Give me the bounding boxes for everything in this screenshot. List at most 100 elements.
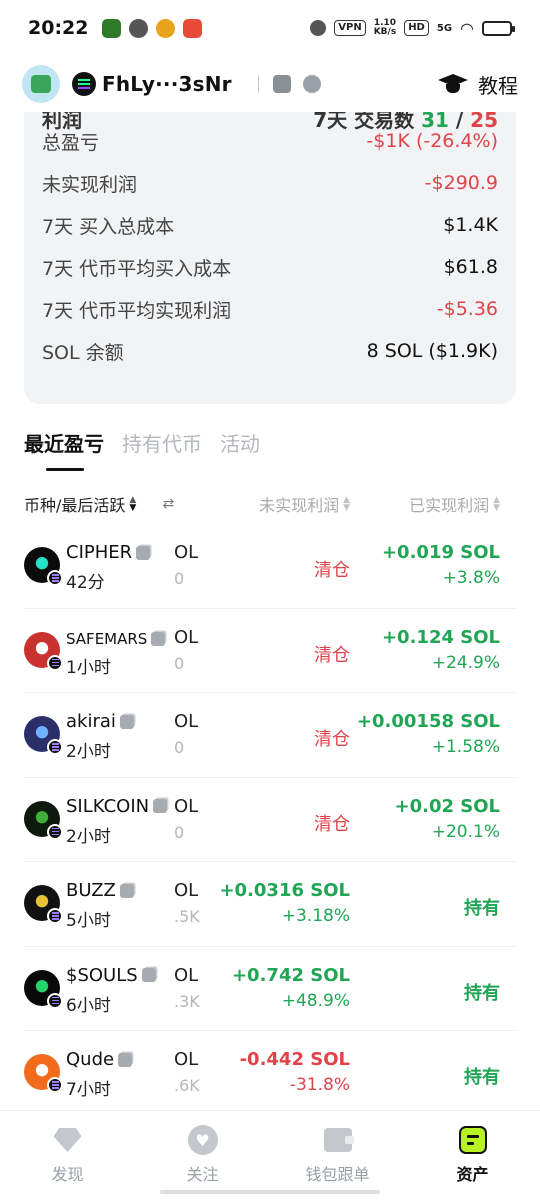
tab-2[interactable]: 活动 <box>220 428 260 471</box>
tutorial-button[interactable]: 教程 <box>438 70 518 99</box>
app-header: FhLy···3sNr 教程 <box>0 56 540 112</box>
stat-label: SOL 余额 <box>42 341 124 364</box>
stats-card: 利润 7天 交易数 31 / 25 总盈亏 -$1K (-26.4%) 未实现利润 -… <box>24 92 516 404</box>
stat-label: 未实现利润 <box>42 173 138 196</box>
tab-0[interactable]: 最近盈亏 <box>24 428 104 471</box>
copy-icon[interactable] <box>118 1052 133 1067</box>
token-name[interactable]: CIPHER <box>66 542 151 563</box>
status-bar-right: VPN 1.10 KB/s HD 5G ◠ <box>310 19 515 38</box>
token-symbol: SILKCOIN <box>66 795 150 817</box>
truncated-value: .5K <box>174 907 200 926</box>
truncated-label: OL <box>174 711 199 732</box>
sort-icon: ▲ ▼ <box>493 495 500 513</box>
table-row[interactable]: akirai 2小时 OL 0 清仓 +0.00158 SOL +1.58% <box>24 693 516 778</box>
hd-badge: HD <box>404 20 429 36</box>
bottom-navigation: 发现 ♥ 关注 钱包跟单 资产 <box>0 1110 540 1200</box>
truncated-value: .6K <box>174 1076 200 1095</box>
status-bar: 20:22 VPN 1.10 KB/s HD 5G ◠ <box>0 0 540 56</box>
table-row[interactable]: Qude 7小时 OL .6K -0.442 SOL -31.8% 持有 <box>24 1031 516 1116</box>
table-row[interactable]: $SOULS 6小时 OL .3K +0.742 SOL +48.9% 持有 <box>24 947 516 1031</box>
copy-icon[interactable] <box>153 799 168 813</box>
realized-percent: +20.1% <box>431 821 500 842</box>
table-header: 币种/最后活跃 ▲ ▼ ⇄ 未实现利润 ▲ ▼ 已实现利润 ▲ ▼ <box>24 490 500 518</box>
nav-item-1[interactable]: ♥ 关注 <box>135 1111 270 1200</box>
solana-badge-icon <box>47 570 63 586</box>
copy-icon[interactable] <box>119 714 134 729</box>
token-name[interactable]: BUZZ <box>66 880 134 901</box>
alarm-icon <box>310 20 327 36</box>
stat-label: 7天 买入总成本 <box>42 215 175 238</box>
app-notification-icon <box>102 18 122 38</box>
nav-label: 关注 <box>186 1165 219 1184</box>
token-name[interactable]: SAFEMARS <box>66 629 166 648</box>
last-active-time: 42分 <box>66 573 105 593</box>
nav-item-3[interactable]: 资产 <box>405 1111 540 1200</box>
sort-token-column[interactable]: 币种/最后活跃 ▲ ▼ <box>24 492 136 516</box>
status-bar-left: 20:22 <box>28 17 203 39</box>
unrealized-percent: -31.8% <box>289 1075 350 1095</box>
last-active-time: 2小时 <box>66 742 111 762</box>
truncated-value: 0 <box>174 738 185 757</box>
unrealized-sol: +0.0316 SOL <box>219 880 350 901</box>
token-logo <box>24 716 63 755</box>
explorer-icon[interactable] <box>302 75 321 93</box>
token-name[interactable]: SILKCOIN <box>66 795 168 817</box>
token-logo <box>24 547 63 586</box>
unrealized-status: 清仓 <box>314 813 350 835</box>
solana-chain-icon <box>72 72 96 96</box>
token-name[interactable]: $SOULS <box>66 965 156 986</box>
assets-icon <box>457 1125 489 1155</box>
token-name[interactable]: akirai <box>66 711 134 732</box>
holding-status: 持有 <box>464 898 500 919</box>
table-row[interactable]: SILKCOIN 2小时 OL 0 清仓 +0.02 SOL +20.1% <box>24 778 516 862</box>
copy-icon[interactable] <box>272 75 291 93</box>
weibo-icon <box>156 18 176 38</box>
alarm-icon <box>129 18 149 38</box>
stat-rows: 总盈亏 -$1K (-26.4%) 未实现利润 -$290.9 7天 买入总成本 $1.4… <box>42 120 498 372</box>
realized-sol: +0.00158 SOL <box>356 711 500 732</box>
stat-row: SOL 余额 8 SOL ($1.9K) <box>42 330 498 372</box>
nav-label: 钱包跟单 <box>305 1165 370 1184</box>
solana-badge-icon <box>47 823 63 840</box>
app-notification-icon <box>183 18 203 38</box>
sort-realized-column[interactable]: 已实现利润 ▲ ▼ <box>409 492 500 516</box>
stat-row: 7天 代币平均买入成本 $61.8 <box>42 246 498 288</box>
holding-status: 持有 <box>464 982 500 1004</box>
realized-sol: +0.019 SOL <box>381 542 500 563</box>
stat-value: -$5.36 <box>436 298 498 320</box>
token-logo <box>24 885 63 924</box>
nav-item-2[interactable]: 钱包跟单 <box>270 1111 405 1200</box>
copy-icon[interactable] <box>136 545 151 560</box>
token-symbol: $SOULS <box>66 964 138 986</box>
avatar[interactable] <box>22 65 60 103</box>
token-name[interactable]: Qude <box>66 1049 133 1070</box>
table-row[interactable]: CIPHER 42分 OL 0 清仓 +0.019 SOL +3.8% <box>24 524 516 609</box>
solana-badge-icon <box>47 1077 63 1093</box>
truncated-label: OL <box>174 964 199 986</box>
table-row[interactable]: BUZZ 5小时 OL .5K +0.0316 SOL +3.18% 持有 <box>24 862 516 947</box>
stat-label: 7天 代币平均实现利润 <box>42 299 232 322</box>
realized-percent: +1.58% <box>431 737 500 757</box>
table-row[interactable]: SAFEMARS 1小时 OL 0 清仓 +0.124 SOL +24.9% <box>24 609 516 693</box>
nav-item-0[interactable]: 发现 <box>0 1111 135 1200</box>
pnl-list: CIPHER 42分 OL 0 清仓 +0.019 SOL +3.8% SAFEMARS 1小时… <box>24 524 516 1116</box>
truncated-label: OL <box>174 880 199 901</box>
copy-icon[interactable] <box>119 883 134 898</box>
sort-unrealized-column[interactable]: 未实现利润 ▲ ▼ <box>259 492 350 516</box>
last-active-time: 7小时 <box>66 1080 111 1100</box>
currency-switch-icon[interactable]: ⇄ <box>156 494 180 514</box>
realized-sol: +0.124 SOL <box>381 626 500 648</box>
token-logo <box>24 1054 63 1093</box>
copy-icon[interactable] <box>151 631 166 646</box>
stat-row: 未实现利润 -$290.9 <box>42 162 498 204</box>
status-time: 20:22 <box>28 17 89 39</box>
token-symbol: SAFEMARS <box>66 629 148 648</box>
wallet-address[interactable]: FhLy···3sNr <box>102 72 232 96</box>
copy-icon[interactable] <box>141 968 156 982</box>
heart-icon: ♥ <box>187 1125 219 1155</box>
solana-badge-icon <box>47 908 63 924</box>
tab-1[interactable]: 持有代币 <box>122 428 202 471</box>
signal-icon: 5G <box>436 22 453 34</box>
nav-label: 发现 <box>51 1165 84 1184</box>
last-active-time: 1小时 <box>66 657 111 678</box>
